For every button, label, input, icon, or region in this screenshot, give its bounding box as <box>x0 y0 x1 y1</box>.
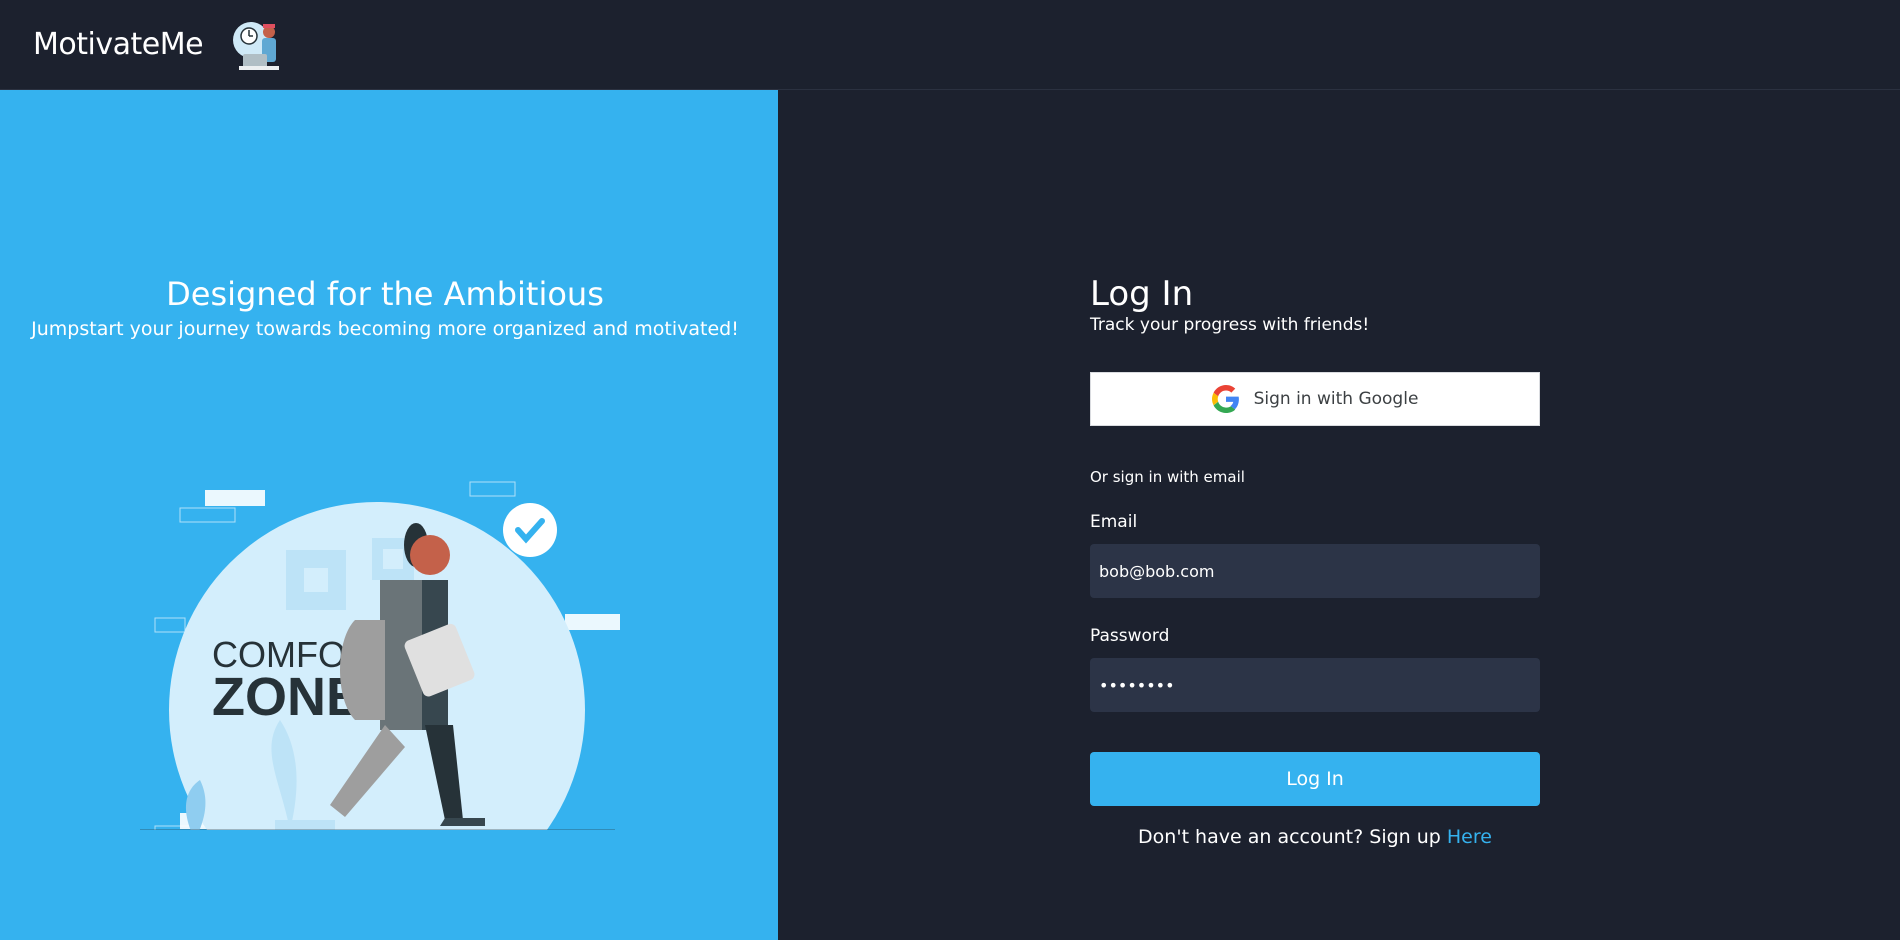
or-sign-in-text: Or sign in with email <box>1090 468 1245 486</box>
email-field[interactable]: bob@bob.com <box>1090 544 1540 598</box>
signup-link[interactable]: Here <box>1447 826 1492 848</box>
navbar: MotivateMe <box>0 0 1900 90</box>
login-title: Log In <box>1090 274 1194 314</box>
hero-panel: Designed for the Ambitious Jumpstart you… <box>0 90 778 940</box>
password-field[interactable]: •••••••• <box>1090 658 1540 712</box>
login-panel: Log In Track your progress with friends!… <box>778 90 1900 940</box>
zone-text: ZONE <box>212 667 362 727</box>
signup-prompt: Don't have an account? Sign up Here <box>1090 826 1540 848</box>
hero-subtitle: Jumpstart your journey towards becoming … <box>31 318 739 340</box>
password-label: Password <box>1090 626 1170 646</box>
google-signin-label: Sign in with Google <box>1253 389 1419 409</box>
brand-name[interactable]: MotivateMe <box>33 27 204 62</box>
email-label: Email <box>1090 512 1138 532</box>
google-signin-button[interactable]: Sign in with Google <box>1090 372 1540 426</box>
google-icon <box>1211 385 1239 413</box>
comfort-zone-illustration: COMFORT ZONE <box>140 481 620 830</box>
login-button[interactable]: Log In <box>1090 752 1540 806</box>
hero-title: Designed for the Ambitious <box>166 275 604 313</box>
person-at-laptop-logo-icon <box>233 21 280 70</box>
login-subtitle: Track your progress with friends! <box>1090 315 1370 335</box>
signup-text: Don't have an account? Sign up <box>1138 826 1447 848</box>
login-form: Log In Track your progress with friends!… <box>1090 275 1540 848</box>
